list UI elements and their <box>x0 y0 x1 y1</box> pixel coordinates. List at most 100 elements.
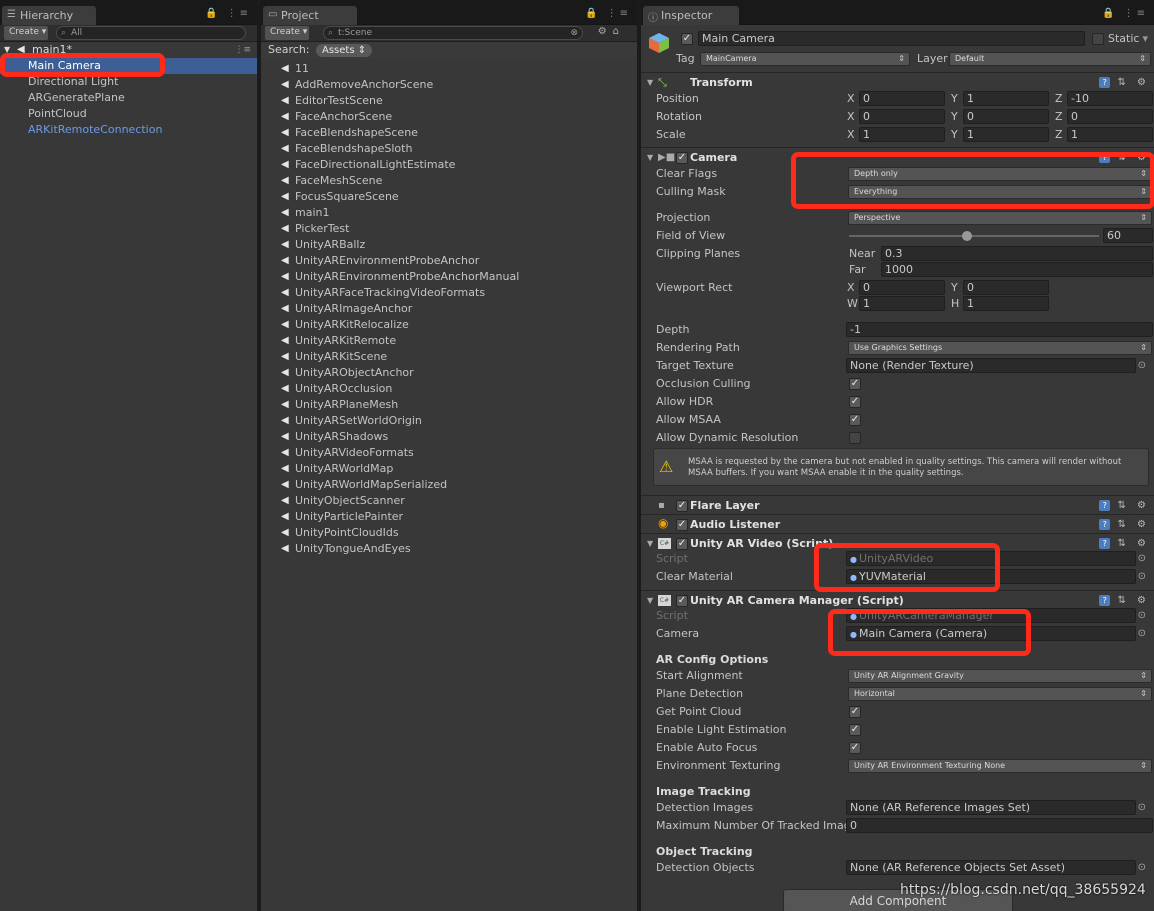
light-estimation-checkbox[interactable]: ✓ <box>849 724 861 736</box>
filter-icons[interactable]: ⚙⌂ <box>598 26 625 37</box>
list-item[interactable]: ◀ UnityAREnvironmentProbeAnchor <box>261 253 637 269</box>
hdr-checkbox[interactable]: ✓ <box>849 396 861 408</box>
gear-icon[interactable]: ⚙ <box>1137 77 1150 88</box>
target-texture-field[interactable]: None (Render Texture) <box>846 358 1136 373</box>
tab-menu-icon[interactable]: 🔒 ⋮≡ <box>1102 8 1148 19</box>
object-picker-icon[interactable]: ⊙ <box>1138 625 1146 643</box>
fov-slider-track[interactable] <box>849 235 1099 237</box>
list-item[interactable]: ◀ EditorTestScene <box>261 93 637 109</box>
dynamic-resolution-checkbox[interactable] <box>849 432 861 444</box>
help-icon[interactable]: ? <box>1099 77 1111 88</box>
hierarchy-search-input[interactable]: ⌕ All <box>56 26 246 40</box>
vector-component-field[interactable]: 1 <box>963 91 1049 106</box>
static-checkbox[interactable] <box>1092 33 1104 45</box>
list-item[interactable]: ◀ UnityPointCloudIds <box>261 525 637 541</box>
list-item[interactable]: ◀ AddRemoveAnchorScene <box>261 77 637 93</box>
list-item[interactable]: ◀ UnityARSetWorldOrigin <box>261 413 637 429</box>
environment-texturing-dropdown[interactable]: Unity AR Environment Texturing None ⇕ <box>848 759 1152 773</box>
static-dropdown-icon[interactable]: ▾ <box>1142 32 1148 45</box>
vector-component-field[interactable]: 0 <box>859 91 945 106</box>
list-item[interactable]: ◀ UnityARKitRemote <box>261 333 637 349</box>
fov-field[interactable]: 60 <box>1103 228 1153 243</box>
near-field[interactable]: 0.3 <box>881 246 1153 261</box>
list-item[interactable]: ◀ FaceBlendshapeSloth <box>261 141 637 157</box>
list-item[interactable]: ◀ UnityARWorldMap <box>261 461 637 477</box>
list-item[interactable]: ◀ UnityAROcclusion <box>261 381 637 397</box>
preset-icon[interactable]: ⇅ <box>1117 519 1129 530</box>
tab-menu-icon[interactable]: 🔒 ⋮≡ <box>205 8 251 19</box>
auto-focus-checkbox[interactable]: ✓ <box>849 742 861 754</box>
help-icon[interactable]: ? <box>1099 538 1111 549</box>
object-picker-icon[interactable]: ⊙ <box>1138 799 1146 817</box>
list-item[interactable]: ◀ UnityARWorldMapSerialized <box>261 477 637 493</box>
layer-dropdown[interactable]: Default ⇕ <box>949 52 1151 66</box>
list-item[interactable]: ◀ UnityARShadows <box>261 429 637 445</box>
preset-icon[interactable]: ⇅ <box>1117 500 1129 511</box>
far-field[interactable]: 1000 <box>881 262 1153 277</box>
active-checkbox[interactable]: ✓ <box>681 33 693 45</box>
tab-menu-icon[interactable]: 🔒 ⋮≡ <box>585 8 631 19</box>
list-item[interactable]: ◀ main1 <box>261 205 637 221</box>
create-button[interactable]: Create ▾ <box>4 26 48 40</box>
flare-enabled-checkbox[interactable]: ✓ <box>676 500 688 512</box>
list-item[interactable]: ◀ PickerTest <box>261 221 637 237</box>
object-picker-icon[interactable]: ⊙ <box>1138 859 1146 877</box>
vector-component-field[interactable]: 0 <box>859 109 945 124</box>
viewport-h-field[interactable]: 1 <box>963 296 1049 311</box>
msaa-checkbox[interactable]: ✓ <box>849 414 861 426</box>
help-icon[interactable]: ? <box>1099 595 1111 606</box>
preset-icon[interactable]: ⇅ <box>1117 538 1129 549</box>
projection-dropdown[interactable]: Perspective ⇕ <box>848 211 1152 225</box>
list-item[interactable]: ◀ UnityARPlaneMesh <box>261 397 637 413</box>
scene-menu-icon[interactable]: ⋮≡ <box>234 42 251 58</box>
vector-component-field[interactable]: 1 <box>963 127 1049 142</box>
audio-enabled-checkbox[interactable]: ✓ <box>676 519 688 531</box>
camera-enabled-checkbox[interactable]: ✓ <box>676 152 688 164</box>
tab-project[interactable]: ▭ Project <box>263 6 357 25</box>
vector-component-field[interactable]: 1 <box>859 127 945 142</box>
list-item[interactable]: ◀ FaceDirectionalLightEstimate <box>261 157 637 173</box>
tab-inspector[interactable]: ⓘ Inspector <box>643 6 739 25</box>
list-item[interactable]: ◀ UnityTongueAndEyes <box>261 541 637 557</box>
viewport-w-field[interactable]: 1 <box>859 296 945 311</box>
vector-component-field[interactable]: 0 <box>963 109 1049 124</box>
list-item[interactable]: ◀ UnityARImageAnchor <box>261 301 637 317</box>
object-picker-icon[interactable]: ⊙ <box>1138 357 1146 375</box>
project-search-input[interactable]: ⌕ t:Scene ⊗ <box>323 26 583 40</box>
gear-icon[interactable]: ⚙ <box>1137 500 1150 511</box>
fov-slider-thumb[interactable] <box>961 231 972 241</box>
hierarchy-item[interactable]: ARKitRemoteConnection <box>0 122 257 138</box>
clear-search-icon[interactable]: ⊗ <box>570 27 578 39</box>
detection-images-field[interactable]: None (AR Reference Images Set) <box>846 800 1136 815</box>
detection-objects-field[interactable]: None (AR Reference Objects Set Asset) <box>846 860 1136 875</box>
object-name-field[interactable]: Main Camera <box>698 31 1085 46</box>
list-item[interactable]: ◀ FaceAnchorScene <box>261 109 637 125</box>
list-item[interactable]: ◀ UnityARObjectAnchor <box>261 365 637 381</box>
object-picker-icon[interactable]: ⊙ <box>1138 607 1146 625</box>
object-picker-icon[interactable]: ⊙ <box>1138 550 1146 568</box>
gear-icon[interactable]: ⚙ <box>1137 595 1150 606</box>
list-item[interactable]: ◀ UnityARVideoFormats <box>261 445 637 461</box>
hierarchy-item[interactable]: ARGeneratePlane <box>0 90 257 106</box>
start-alignment-dropdown[interactable]: Unity AR Alignment Gravity ⇕ <box>848 669 1152 683</box>
list-item[interactable]: ◀ UnityParticlePainter <box>261 509 637 525</box>
vector-component-field[interactable]: 0 <box>1067 109 1153 124</box>
preset-icon[interactable]: ⇅ <box>1117 77 1129 88</box>
gear-icon[interactable]: ⚙ <box>1137 538 1150 549</box>
list-item[interactable]: ◀ UnityARKitRelocalize <box>261 317 637 333</box>
rendering-path-dropdown[interactable]: Use Graphics Settings ⇕ <box>848 341 1152 355</box>
tag-dropdown[interactable]: MainCamera ⇕ <box>700 52 910 66</box>
list-item[interactable]: ◀ FaceMeshScene <box>261 173 637 189</box>
list-item[interactable]: ◀ UnityObjectScanner <box>261 493 637 509</box>
ar-video-enabled-checkbox[interactable]: ✓ <box>676 538 688 550</box>
tab-hierarchy[interactable]: ☰ Hierarchy <box>2 6 96 25</box>
list-item[interactable]: ◀ UnityARKitScene <box>261 349 637 365</box>
help-icon[interactable]: ? <box>1099 500 1111 511</box>
list-item[interactable]: ◀ UnityAREnvironmentProbeAnchorManual <box>261 269 637 285</box>
ar-cam-mgr-enabled-checkbox[interactable]: ✓ <box>676 595 688 607</box>
depth-field[interactable]: -1 <box>846 322 1153 337</box>
transform-header[interactable]: ▼ ⤡ Transform ? ⇅ ⚙ <box>641 72 1154 91</box>
object-picker-icon[interactable]: ⊙ <box>1138 568 1146 586</box>
point-cloud-checkbox[interactable]: ✓ <box>849 706 861 718</box>
preset-icon[interactable]: ⇅ <box>1117 595 1129 606</box>
